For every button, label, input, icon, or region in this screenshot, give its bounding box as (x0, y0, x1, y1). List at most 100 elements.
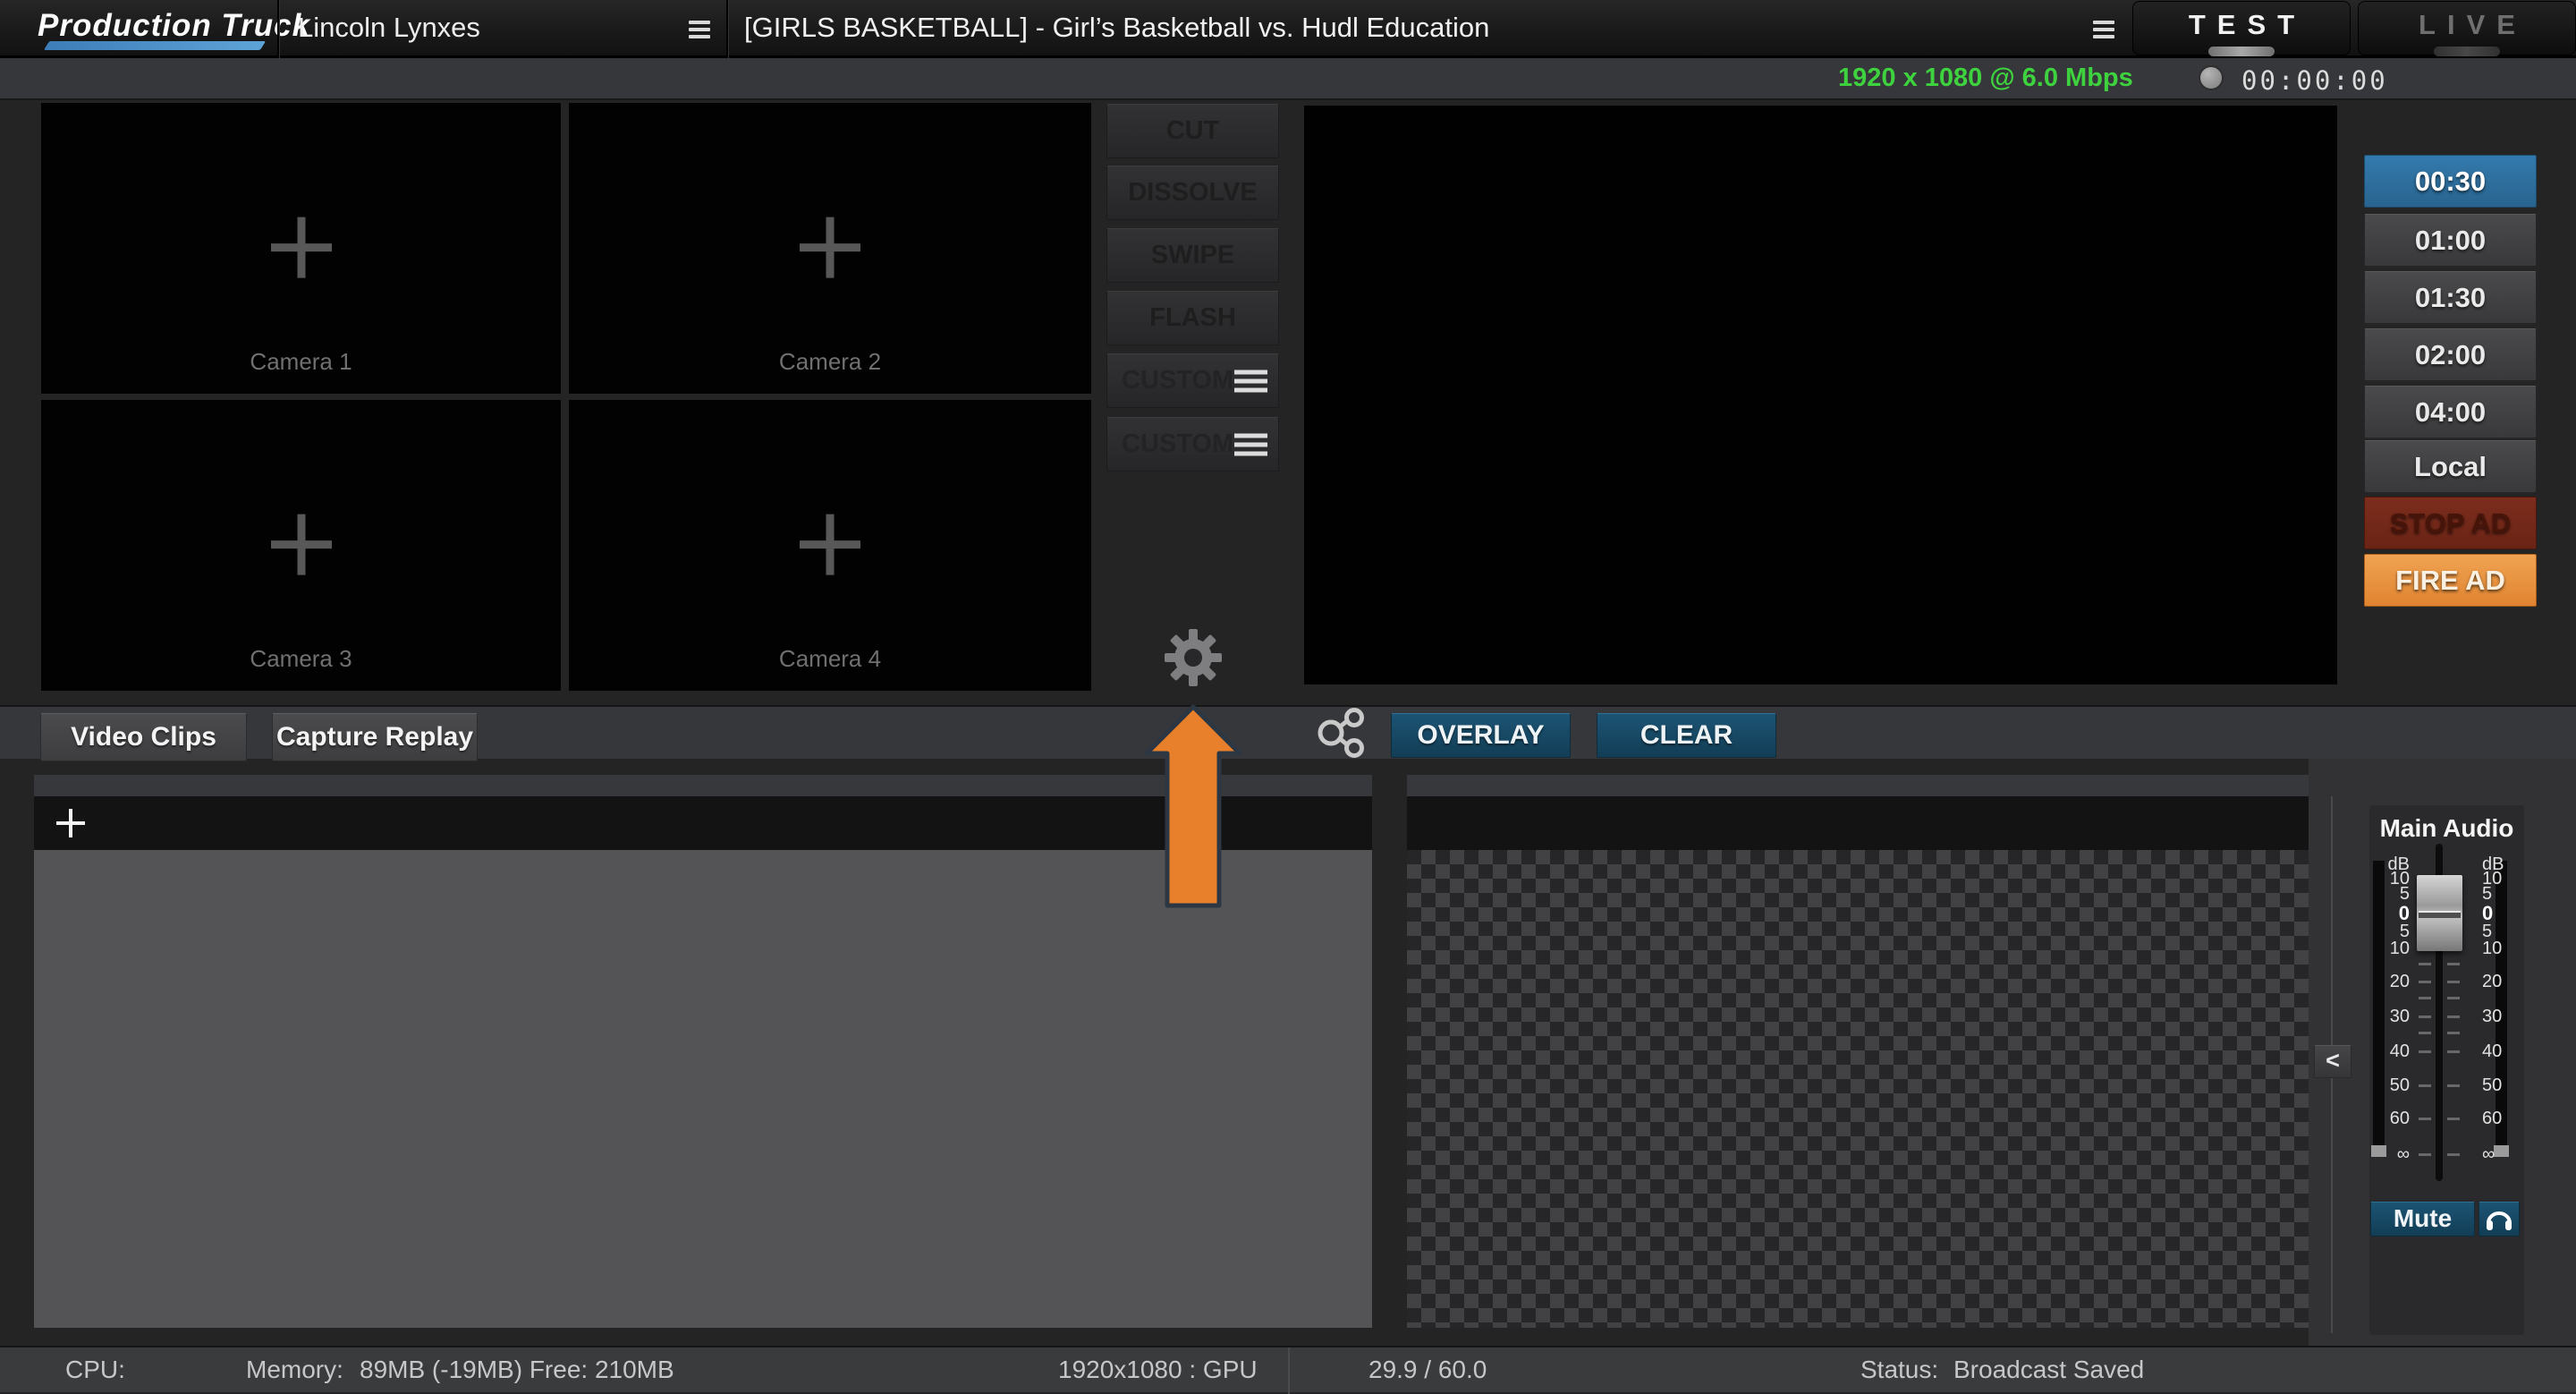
scale-tick (2447, 997, 2460, 999)
transition-cut-button[interactable]: CUT (1106, 104, 1279, 158)
scale-tick (2419, 1032, 2431, 1034)
add-clip-icon[interactable] (56, 809, 85, 837)
scale-tick (2419, 1016, 2431, 1018)
ad-duration-0130-button[interactable]: 01:30 (2364, 271, 2537, 324)
db-scale-label: 50 (2479, 1075, 2522, 1095)
scale-tick (2447, 963, 2460, 965)
transition-swipe-button[interactable]: SWIPE (1106, 228, 1279, 283)
team-menu-icon[interactable] (689, 21, 710, 38)
ad-button-label: 01:00 (2415, 225, 2486, 257)
ad-button-label: 04:00 (2415, 396, 2486, 429)
add-source-icon (800, 514, 860, 574)
test-indicator-pill (2208, 47, 2275, 56)
scale-tick (2447, 1032, 2460, 1034)
broadcast-menu-icon[interactable] (2093, 21, 2114, 38)
status-bar: CPU: Memory: 89MB (-19MB) Free: 210MB 19… (0, 1346, 2576, 1392)
transition-label: SWIPE (1151, 241, 1234, 270)
live-button-label: LIVE (2359, 9, 2575, 41)
headphones-icon (2486, 1208, 2512, 1231)
broadcast-timer: 00:00:00 (2241, 65, 2388, 96)
tab-video-clips[interactable]: Video Clips (40, 713, 247, 761)
add-source-icon (271, 217, 332, 277)
add-source-icon (271, 514, 332, 574)
ad-duration-0100-button[interactable]: 01:00 (2364, 214, 2537, 267)
collapse-button-label: < (2326, 1047, 2340, 1074)
transition-flash-button[interactable]: FLASH (1106, 291, 1279, 345)
test-button[interactable]: TEST (2132, 1, 2351, 55)
live-indicator-pill (2434, 47, 2500, 56)
top-bar: Production Truck Lincoln Lynxes [GIRLS B… (0, 0, 2576, 58)
share-overlay-icon[interactable] (1313, 708, 1370, 758)
db-scale-label: 30 (2479, 1007, 2522, 1026)
custom-transition-menu-icon[interactable] (1234, 370, 1267, 392)
mute-button[interactable]: Mute (2370, 1202, 2475, 1237)
scale-tick (2447, 1153, 2460, 1156)
camera-label: Camera 3 (41, 645, 561, 673)
db-scale-label: 20 (2369, 972, 2413, 991)
scale-tick (2447, 1016, 2460, 1018)
scale-tick (2419, 963, 2431, 965)
camera-4-tile[interactable]: Camera 4 (569, 400, 1091, 691)
ad-button-label: 01:30 (2415, 282, 2486, 314)
topbar-divider (277, 0, 279, 58)
topbar-divider (726, 0, 728, 58)
custom-transition-menu-icon[interactable] (1234, 433, 1267, 455)
ad-duration-0200-button[interactable]: 02:00 (2364, 328, 2537, 381)
logo-underline-swoosh (44, 41, 266, 50)
program-monitor (1304, 106, 2337, 684)
ad-duration-0030-button[interactable]: 00:30 (2364, 155, 2537, 208)
transition-custom-2-button[interactable]: CUSTOM (1106, 417, 1279, 472)
transition-dissolve-button[interactable]: DISSOLVE (1106, 166, 1279, 220)
db-scale-label: 50 (2369, 1075, 2413, 1095)
ad-local-button[interactable]: Local (2364, 440, 2537, 493)
team-name-label: Lincoln Lynxes (298, 0, 480, 58)
db-scale-label: 60 (2479, 1109, 2522, 1128)
scale-tick (2447, 1118, 2460, 1120)
db-scale-label: ∞ (2369, 1144, 2413, 1164)
overlay-transparency-preview (1407, 850, 2309, 1328)
clips-panel-top-strip (34, 775, 1372, 796)
tab-capture-replay[interactable]: Capture Replay (272, 713, 478, 761)
scale-tick (2419, 1153, 2431, 1156)
fire-ad-button[interactable]: FIRE AD (2364, 554, 2537, 607)
overlay-button[interactable]: OVERLAY (1391, 713, 1571, 758)
framerate-value: 29.9 / 60.0 (1368, 1347, 1487, 1394)
db-scale-label: 5 (2479, 884, 2522, 904)
clips-list-area[interactable] (34, 850, 1372, 1328)
ad-button-label: STOP AD (2390, 507, 2512, 540)
stream-resolution-bitrate: 1920 x 1080 @ 6.0 Mbps (1838, 64, 2133, 93)
transition-custom-1-button[interactable]: CUSTOM (1106, 353, 1279, 408)
overlay-panel-header (1407, 796, 2309, 850)
ad-button-label: 00:30 (2415, 166, 2486, 198)
status-label: Status: (1860, 1347, 1938, 1394)
overlay-button-label: OVERLAY (1417, 720, 1544, 751)
scale-tick (2419, 1050, 2431, 1053)
transition-label: CUT (1166, 116, 1220, 146)
headphones-button[interactable] (2479, 1202, 2520, 1237)
status-value: Broadcast Saved (1953, 1347, 2144, 1394)
tab-label: Capture Replay (276, 722, 473, 752)
db-scale-label: 40 (2479, 1041, 2522, 1061)
camera-2-tile[interactable]: Camera 2 (569, 103, 1091, 394)
live-button[interactable]: LIVE (2358, 1, 2576, 55)
scale-tick (2419, 981, 2431, 983)
stop-ad-button[interactable]: STOP AD (2364, 497, 2537, 549)
ad-button-label: 02:00 (2415, 339, 2486, 371)
audio-panel-title: Main Audio (2369, 814, 2524, 843)
broadcast-title: [GIRLS BASKETBALL] - Girl’s Basketball v… (744, 0, 1489, 58)
resolution-gpu: 1920x1080 : GPU (1058, 1347, 1258, 1394)
db-scale-label: 30 (2369, 1007, 2413, 1026)
settings-gear-icon[interactable] (1164, 628, 1223, 687)
clear-button[interactable]: CLEAR (1597, 713, 1776, 758)
ad-duration-0400-button[interactable]: 04:00 (2364, 386, 2537, 438)
volume-fader-knob[interactable] (2417, 875, 2462, 951)
camera-label: Camera 1 (41, 348, 561, 376)
collapse-audio-panel-button[interactable]: < (2314, 1045, 2351, 1078)
clear-button-label: CLEAR (1640, 720, 1733, 751)
camera-3-tile[interactable]: Camera 3 (41, 400, 561, 691)
scale-tick (2419, 997, 2431, 999)
mute-button-label: Mute (2394, 1204, 2452, 1232)
camera-1-tile[interactable]: Camera 1 (41, 103, 561, 394)
main-audio-panel: Main Audio dB 10 5 0 5 10 20 30 40 50 60… (2369, 805, 2524, 1335)
scale-tick (2447, 1084, 2460, 1087)
